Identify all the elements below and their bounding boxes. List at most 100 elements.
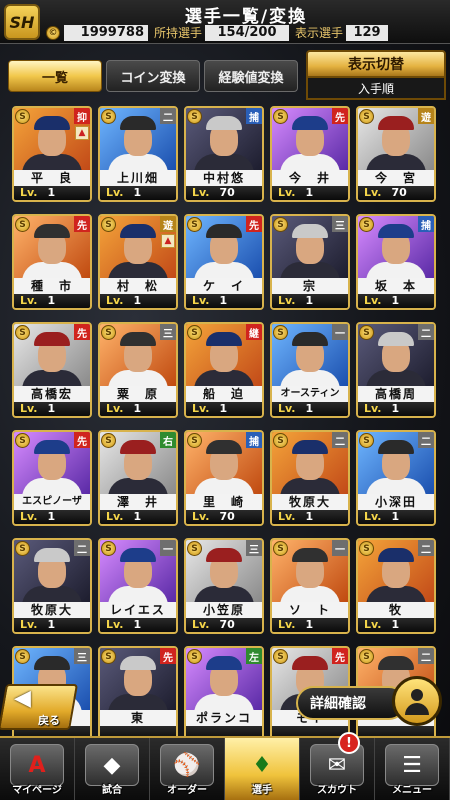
player-card[interactable]: S 二小深田 Lv. 1: [356, 430, 436, 526]
nav-scout[interactable]: ✉! スカウト: [300, 732, 375, 800]
player-card[interactable]: S 捕里 崎 Lv. 70: [184, 430, 264, 526]
player-name: 牧: [358, 602, 434, 618]
position-badge: 遊: [160, 216, 176, 232]
player-level: Lv. 1: [100, 510, 176, 524]
nav-order[interactable]: ⚾ オーダー: [150, 738, 225, 800]
coin-s-icon: S: [15, 217, 30, 232]
player-level: Lv. 1: [100, 186, 176, 200]
position-badge: 二: [160, 108, 176, 124]
coin-s-icon: S: [15, 649, 30, 664]
player-level: Lv. 1: [14, 510, 90, 524]
player-card[interactable]: S 一ソ ト Lv. 1: [270, 538, 350, 634]
player-card[interactable]: S 抑 ▲ 平 良 Lv. 1: [12, 106, 92, 202]
tab-exp-convert[interactable]: 経験値変換: [204, 60, 298, 92]
player-level: Lv. 1: [14, 186, 90, 200]
position-badge: 三: [332, 216, 348, 232]
player-name: レイエス: [100, 602, 176, 618]
coin-s-icon: S: [15, 433, 30, 448]
player-card[interactable]: S 三小笠原 Lv. 70: [184, 538, 264, 634]
player-card[interactable]: S 捕坂 本 Lv. 1: [356, 214, 436, 310]
position-badge: 遊: [418, 108, 434, 124]
coin-s-icon: S: [359, 433, 374, 448]
position-badge: 二: [418, 324, 434, 340]
position-badge: 左: [246, 648, 262, 664]
coin-s-icon: S: [187, 433, 202, 448]
nav-mypage-label: マイページ: [12, 785, 62, 796]
player-card[interactable]: S 先エスピノーザ Lv. 1: [12, 430, 92, 526]
nav-mypage[interactable]: A マイページ: [0, 738, 75, 800]
coin-count: 1999788: [64, 24, 148, 41]
player-card[interactable]: S 継船 迫 Lv. 1: [184, 322, 264, 418]
player-level: Lv. 1: [272, 294, 348, 308]
nav-players[interactable]: ♦ 選手: [225, 738, 300, 800]
player-card[interactable]: S 一オースティン Lv. 1: [270, 322, 350, 418]
player-card[interactable]: S 三粟 原 Lv. 1: [98, 322, 178, 418]
position-badge: 一: [160, 540, 176, 556]
player-card[interactable]: S 先今 井 Lv. 1: [270, 106, 350, 202]
player-card[interactable]: S 捕中村悠 Lv. 70: [184, 106, 264, 202]
coin-s-icon: S: [273, 109, 288, 124]
player-card[interactable]: S 先ケ イ Lv. 1: [184, 214, 264, 310]
position-badge: 一: [332, 540, 348, 556]
owned-count: 154/200: [205, 24, 290, 41]
player-card[interactable]: S 二牧原大 Lv. 1: [12, 538, 92, 634]
player-name: オースティン: [272, 386, 348, 402]
player-name: 高橋宏: [14, 386, 90, 402]
player-level: Lv. 1: [272, 510, 348, 524]
coin-s-icon: S: [359, 649, 374, 664]
player-name: 宗: [272, 278, 348, 294]
position-badge: 先: [74, 216, 90, 232]
team-logo-icon: SH: [4, 4, 40, 40]
player-name: 東: [100, 710, 176, 726]
coin-s-icon: S: [273, 649, 288, 664]
position-badge: 三: [74, 648, 90, 664]
player-card[interactable]: S 左ポランコ: [184, 646, 264, 742]
player-name: ソ ト: [272, 602, 348, 618]
notification-badge: !: [338, 732, 360, 754]
position-badge: 捕: [246, 432, 262, 448]
shown-count: 129: [346, 24, 389, 41]
position-badge: 三: [246, 540, 262, 556]
player-card[interactable]: S 先種 市 Lv. 1: [12, 214, 92, 310]
player-name: 牧原大: [14, 602, 90, 618]
player-card[interactable]: S 二高橋周 Lv. 1: [356, 322, 436, 418]
coin-s-icon: S: [187, 649, 202, 664]
coin-s-icon: S: [359, 541, 374, 556]
bottom-nav: A マイページ ◆ 試合 ⚾ オーダー ♦ 選手 ✉! スカウト ☰ メニュー: [0, 732, 450, 800]
player-card[interactable]: S 二牧 Lv. 1: [356, 538, 436, 634]
position-badge: 先: [74, 324, 90, 340]
player-card[interactable]: S 二牧原大 Lv. 1: [270, 430, 350, 526]
tab-coin-convert[interactable]: コイン変換: [106, 60, 200, 92]
player-card[interactable]: S 先高橋宏 Lv. 1: [12, 322, 92, 418]
position-badge: 二: [332, 432, 348, 448]
detail-check-button[interactable]: 詳細確認: [296, 686, 406, 720]
nav-scout-label: スカウト: [317, 785, 357, 796]
player-card[interactable]: S 右澤 井 Lv. 1: [98, 430, 178, 526]
player-card[interactable]: S 先東: [98, 646, 178, 742]
player-card[interactable]: S 遊 ▲ 村 松 Lv. 1: [98, 214, 178, 310]
player-level: Lv. 1: [100, 402, 176, 416]
player-level: Lv. 1: [358, 618, 434, 632]
coin-s-icon: S: [101, 109, 116, 124]
coin-s-icon: S: [187, 109, 202, 124]
player-card[interactable]: S 三宗 Lv. 1: [270, 214, 350, 310]
back-label: 戻る: [38, 714, 60, 727]
nav-match[interactable]: ◆ 試合: [75, 738, 150, 800]
player-card[interactable]: S 二上川畑 Lv. 1: [98, 106, 178, 202]
nav-menu[interactable]: ☰ メニュー: [375, 738, 450, 800]
nav-match-label: 試合: [102, 785, 122, 796]
player-level: Lv. 1: [14, 618, 90, 632]
player-name: 中村悠: [186, 170, 262, 186]
position-badge: 捕: [418, 216, 434, 232]
player-level: Lv. 1: [358, 402, 434, 416]
player-level: Lv. 70: [186, 618, 262, 632]
position-badge: 継: [246, 324, 262, 340]
player-level: Lv. 1: [100, 618, 176, 632]
tab-list[interactable]: 一覧: [8, 60, 102, 92]
display-switch-button[interactable]: 表示切替 入手順: [306, 50, 446, 100]
player-card[interactable]: S 遊今 宮 Lv. 70: [356, 106, 436, 202]
coin-s-icon: S: [15, 109, 30, 124]
player-card[interactable]: S 一レイエス Lv. 1: [98, 538, 178, 634]
player-level: Lv. 1: [358, 510, 434, 524]
player-profile-icon[interactable]: [392, 676, 442, 726]
